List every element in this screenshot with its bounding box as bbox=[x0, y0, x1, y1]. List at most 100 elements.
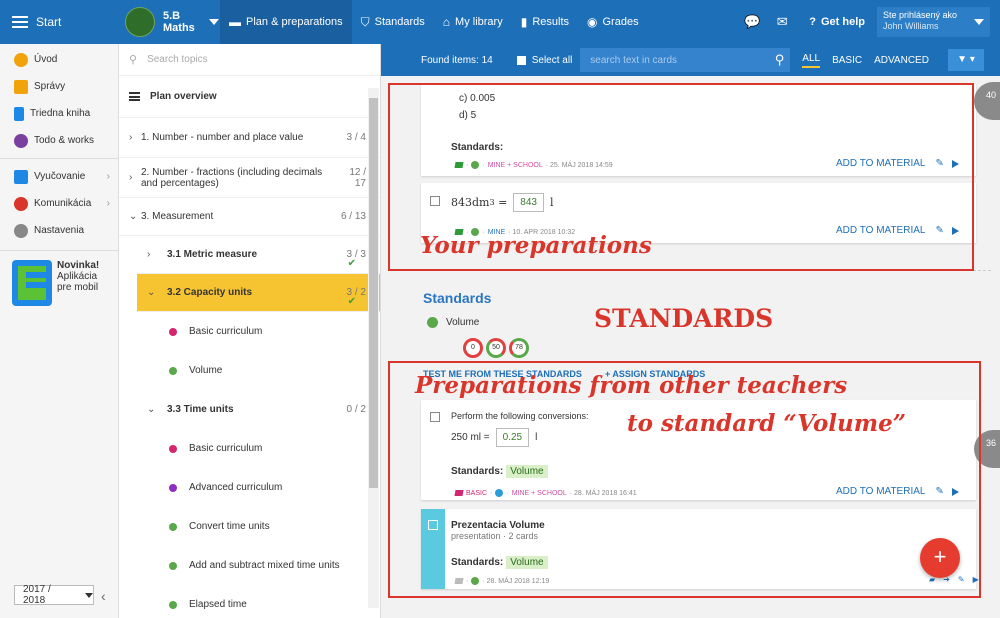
sidebar-item-spravy[interactable]: Správy bbox=[0, 73, 118, 100]
help-label: Get help bbox=[820, 16, 865, 28]
globe-icon bbox=[427, 317, 438, 328]
collapse-sidebar-icon[interactable]: ‹ bbox=[101, 588, 106, 604]
topic-item[interactable]: › 2. Number - fractions (including decima… bbox=[119, 158, 380, 198]
class-name: 5.B bbox=[163, 10, 181, 22]
topic-label: Add and subtract mixed time units bbox=[189, 560, 340, 571]
start-label: Start bbox=[36, 15, 62, 29]
search-icon[interactable]: ⚲ bbox=[775, 52, 785, 68]
nav-standards[interactable]: ⛉ Standards bbox=[352, 0, 434, 44]
topic-label: 3. Measurement bbox=[141, 211, 214, 222]
tag-icon bbox=[169, 483, 177, 492]
check-icon: ✔ bbox=[347, 258, 356, 269]
school-year-value: 2017 / 2018 bbox=[23, 584, 51, 606]
envelope-icon bbox=[14, 79, 28, 94]
people-icon bbox=[14, 196, 28, 211]
chevron-right-icon: › bbox=[129, 132, 133, 143]
class-selector[interactable]: 5.B Maths bbox=[125, 6, 219, 38]
curriculum-item[interactable]: Basic curriculum bbox=[119, 429, 380, 468]
nav-my-library[interactable]: ⌂ My library bbox=[434, 0, 512, 44]
topic-label: 3.1 Metric measure bbox=[167, 249, 258, 260]
divider bbox=[0, 158, 118, 159]
sidebar-item-label: Úvod bbox=[34, 54, 58, 65]
topic-label: 3.2 Capacity units bbox=[167, 287, 253, 298]
scrollbar-thumb[interactable] bbox=[369, 98, 378, 488]
subtopic-item[interactable]: › 3.1 Metric measure 3 / 3 ✔ bbox=[137, 236, 380, 274]
mail-icon[interactable]: ✉ bbox=[767, 14, 797, 30]
top-bar: Start 5.B Maths ▬ Plan & preparations ⛉ St… bbox=[0, 0, 1000, 44]
topic-label: Basic curriculum bbox=[189, 326, 263, 337]
user-login-label: Ste prihlásený ako bbox=[883, 10, 958, 20]
checkbox bbox=[516, 55, 526, 65]
sidebar-item-vyucovanie[interactable]: Vyučovanie › bbox=[0, 163, 118, 190]
nav-results[interactable]: ▮ Results bbox=[512, 0, 578, 44]
chevron-down-icon: ⌄ bbox=[129, 211, 138, 222]
sidebar-item-label: Vyučovanie bbox=[34, 171, 86, 182]
curriculum-item[interactable]: Advanced curriculum bbox=[119, 468, 380, 507]
filter-bar: Found items: 14 Select all search text i… bbox=[381, 44, 1000, 76]
curriculum-item[interactable]: Basic curriculum bbox=[119, 312, 380, 351]
sidebar-item-komunikacia[interactable]: Komunikácia › bbox=[0, 190, 118, 217]
plan-overview-link[interactable]: Plan overview bbox=[119, 76, 380, 118]
topic-label: Advanced curriculum bbox=[189, 482, 283, 493]
curriculum-item[interactable]: Convert time units bbox=[119, 507, 380, 546]
curriculum-item[interactable]: Elapsed time bbox=[119, 585, 380, 618]
bar-chart-icon: ▮ bbox=[520, 15, 528, 29]
nav-plan-preparations[interactable]: ▬ Plan & preparations bbox=[220, 0, 352, 44]
user-menu[interactable]: Ste prihlásený ako John Williams bbox=[877, 7, 990, 37]
class-avatar bbox=[125, 7, 155, 37]
topic-item[interactable]: › 1. Number - number and place value 3 / 4 bbox=[119, 118, 380, 158]
chevron-right-icon: › bbox=[106, 198, 110, 209]
nav-label: Plan & preparations bbox=[246, 16, 343, 28]
nav-grades[interactable]: ◉ Grades bbox=[578, 0, 648, 44]
nav-label: Results bbox=[532, 16, 570, 28]
class-subject: Maths bbox=[163, 22, 195, 34]
count-badge[interactable]: 40 bbox=[974, 82, 1000, 120]
subtopic-item[interactable]: ⌄ 3.3 Time units 0 / 2 bbox=[137, 390, 380, 429]
chat-icon[interactable]: 💬 bbox=[737, 14, 767, 30]
list-icon bbox=[129, 92, 140, 101]
subtopic-item-selected[interactable]: ⌄ 3.2 Capacity units 3 / 2 ✔ bbox=[137, 274, 380, 312]
search-cards-input[interactable]: search text in cards ⚲ bbox=[580, 48, 791, 72]
topic-item[interactable]: ⌄ 3. Measurement 6 / 13 bbox=[119, 198, 380, 236]
shield-icon: ⛉ bbox=[360, 14, 370, 29]
chevron-right-icon: › bbox=[129, 172, 133, 183]
result-rings: 0 50 78 bbox=[463, 338, 532, 358]
result-ring: 0 bbox=[463, 338, 483, 358]
tab-advanced[interactable]: ADVANCED bbox=[874, 55, 929, 66]
briefcase-icon: ▬ bbox=[229, 15, 241, 29]
curriculum-item[interactable]: Volume bbox=[119, 351, 380, 390]
tab-basic[interactable]: BASIC bbox=[832, 55, 862, 66]
sidebar-item-triedna-kniha[interactable]: Triedna kniha bbox=[0, 100, 118, 127]
standard-item[interactable]: Volume bbox=[427, 317, 479, 328]
sidebar-item-nastavenia[interactable]: Nastavenia bbox=[0, 217, 118, 244]
globe-icon bbox=[169, 600, 177, 609]
user-name: John Williams bbox=[883, 21, 939, 31]
select-all-label: Select all bbox=[531, 54, 573, 66]
school-year-select[interactable]: 2017 / 2018 bbox=[14, 584, 94, 606]
mobile-app-promo[interactable]: Novinka! Aplikácia pre mobil bbox=[12, 260, 112, 310]
star-icon bbox=[14, 52, 28, 67]
start-menu-button[interactable]: Start bbox=[0, 0, 119, 44]
check-icon: ✔ bbox=[347, 296, 356, 307]
chevron-down-icon: ⌄ bbox=[147, 404, 156, 415]
open-book-icon bbox=[14, 169, 28, 184]
topic-label: Volume bbox=[189, 365, 223, 376]
annotation-other-teachers-line2: to standard “Volume” bbox=[627, 410, 906, 437]
chevron-down-icon bbox=[208, 19, 219, 25]
chevron-right-icon: › bbox=[106, 171, 110, 182]
gear-icon bbox=[14, 223, 28, 238]
tag-icon bbox=[169, 444, 177, 453]
book-icon bbox=[14, 106, 24, 121]
grades-icon: ◉ bbox=[587, 15, 598, 29]
get-help-button[interactable]: ? Get help bbox=[797, 16, 877, 28]
sidebar-item-todo[interactable]: Todo & works bbox=[0, 127, 118, 154]
select-all-checkbox[interactable]: Select all bbox=[516, 54, 573, 66]
sidebar-item-uvod[interactable]: Úvod bbox=[0, 46, 118, 73]
sidebar-item-label: Triedna kniha bbox=[30, 108, 91, 119]
topics-scrollbar[interactable] bbox=[368, 88, 379, 608]
filter-dropdown-button[interactable]: ▼ ▾ bbox=[948, 49, 984, 71]
annotation-other-teachers-line1: Preparations from other teachers bbox=[415, 372, 848, 399]
tab-all[interactable]: ALL bbox=[802, 53, 821, 68]
curriculum-item[interactable]: Add and subtract mixed time units bbox=[119, 546, 380, 585]
search-topics-input[interactable]: ⚲ Search topics bbox=[119, 44, 380, 76]
